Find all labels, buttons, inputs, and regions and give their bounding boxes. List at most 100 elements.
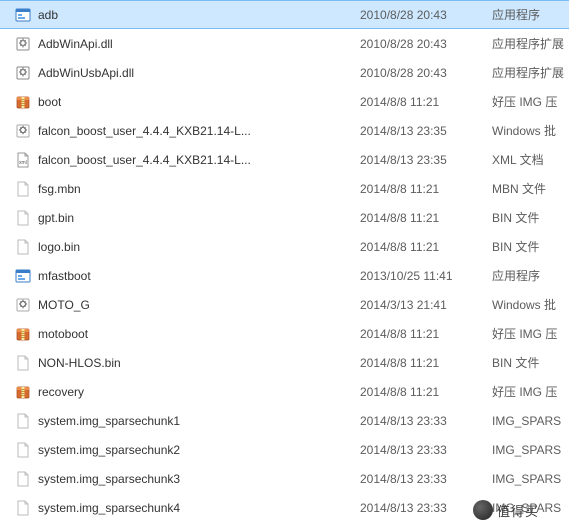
file-name-cell: adb <box>14 6 360 24</box>
dll-icon <box>14 64 32 82</box>
file-name-cell: logo.bin <box>14 238 360 256</box>
file-name: gpt.bin <box>38 211 74 225</box>
file-row[interactable]: boot 2014/8/8 11:21好压 IMG 压 <box>0 87 569 116</box>
watermark-icon <box>473 500 493 520</box>
file-row[interactable]: motoboot 2014/8/8 11:21好压 IMG 压 <box>0 319 569 348</box>
file-name: system.img_sparsechunk1 <box>38 414 180 428</box>
file-name-cell: recovery <box>14 383 360 401</box>
watermark-text: 值得买 <box>497 501 539 520</box>
file-date: 2014/8/8 11:21 <box>360 211 492 225</box>
file-type: IMG_SPARS <box>492 414 569 428</box>
file-icon <box>14 499 32 517</box>
file-name-cell: NON-HLOS.bin <box>14 354 360 372</box>
file-type: 好压 IMG 压 <box>492 383 569 400</box>
archive-icon <box>14 383 32 401</box>
file-name-cell: AdbWinApi.dll <box>14 35 360 53</box>
file-row[interactable]: system.img_sparsechunk2 2014/8/13 23:33IM… <box>0 435 569 464</box>
file-name: AdbWinUsbApi.dll <box>38 66 134 80</box>
file-type: 应用程序扩展 <box>492 35 569 52</box>
file-date: 2014/8/13 23:35 <box>360 124 492 138</box>
file-icon <box>14 412 32 430</box>
file-date: 2014/8/8 11:21 <box>360 327 492 341</box>
file-type: 应用程序 <box>492 267 569 284</box>
batch-icon <box>14 122 32 140</box>
file-name-cell: system.img_sparsechunk3 <box>14 470 360 488</box>
file-row[interactable]: MOTO_G 2014/3/13 21:41Windows 批 <box>0 290 569 319</box>
file-date: 2010/8/28 20:43 <box>360 8 492 22</box>
batch-icon <box>14 296 32 314</box>
file-date: 2014/8/13 23:33 <box>360 443 492 457</box>
file-name: AdbWinApi.dll <box>38 37 113 51</box>
xml-icon: xml <box>14 151 32 169</box>
file-icon <box>14 354 32 372</box>
file-row[interactable]: AdbWinApi.dll2010/8/28 20:43应用程序扩展 <box>0 29 569 58</box>
file-date: 2014/8/8 11:21 <box>360 356 492 370</box>
file-name: boot <box>38 95 61 109</box>
file-type: 好压 IMG 压 <box>492 93 569 110</box>
file-type: 好压 IMG 压 <box>492 325 569 342</box>
file-row[interactable]: NON-HLOS.bin2014/8/8 11:21BIN 文件 <box>0 348 569 377</box>
file-icon <box>14 180 32 198</box>
archive-icon <box>14 93 32 111</box>
file-name: MOTO_G <box>38 298 90 312</box>
file-row[interactable]: adb2010/8/28 20:43应用程序 <box>0 0 569 29</box>
file-date: 2014/8/8 11:21 <box>360 182 492 196</box>
file-date: 2014/8/13 23:35 <box>360 153 492 167</box>
file-name: falcon_boost_user_4.4.4_KXB21.14-L... <box>38 124 251 138</box>
file-row[interactable]: AdbWinUsbApi.dll 2010/8/28 20:43应用程序扩展 <box>0 58 569 87</box>
file-date: 2010/8/28 20:43 <box>360 66 492 80</box>
file-name: system.img_sparsechunk2 <box>38 443 180 457</box>
file-type: BIN 文件 <box>492 238 569 255</box>
file-name: logo.bin <box>38 240 80 254</box>
file-row[interactable]: falcon_boost_user_4.4.4_KXB21.14-L... 201… <box>0 116 569 145</box>
file-row[interactable]: recovery2014/8/8 11:21好压 IMG 压 <box>0 377 569 406</box>
file-name: system.img_sparsechunk4 <box>38 501 180 515</box>
file-row[interactable]: system.img_sparsechunk1 2014/8/13 23:33IM… <box>0 406 569 435</box>
file-type: 应用程序扩展 <box>492 64 569 81</box>
file-type: MBN 文件 <box>492 180 569 197</box>
file-name-cell: MOTO_G <box>14 296 360 314</box>
svg-text:xml: xml <box>19 160 27 166</box>
file-type: BIN 文件 <box>492 209 569 226</box>
file-name-cell: system.img_sparsechunk2 <box>14 441 360 459</box>
file-row[interactable]: system.img_sparsechunk32014/8/13 23:33IM… <box>0 464 569 493</box>
file-icon <box>14 209 32 227</box>
file-name: mfastboot <box>38 269 91 283</box>
file-date: 2014/8/13 23:33 <box>360 414 492 428</box>
file-name: motoboot <box>38 327 88 341</box>
file-type: Windows 批 <box>492 122 569 139</box>
exe-icon <box>14 267 32 285</box>
file-date: 2014/8/8 11:21 <box>360 95 492 109</box>
file-name-cell: fsg.mbn <box>14 180 360 198</box>
file-type: IMG_SPARS <box>492 472 569 486</box>
watermark: 值得买 <box>473 500 539 520</box>
file-date: 2014/8/8 11:21 <box>360 240 492 254</box>
file-name-cell: boot <box>14 93 360 111</box>
file-type: Windows 批 <box>492 296 569 313</box>
file-name: falcon_boost_user_4.4.4_KXB21.14-L... <box>38 153 251 167</box>
file-icon <box>14 238 32 256</box>
file-date: 2014/3/13 21:41 <box>360 298 492 312</box>
file-name-cell: gpt.bin <box>14 209 360 227</box>
file-type: 应用程序 <box>492 6 569 23</box>
file-name-cell: motoboot <box>14 325 360 343</box>
file-row[interactable]: xml falcon_boost_user_4.4.4_KXB21.14-L...… <box>0 145 569 174</box>
file-row[interactable]: mfastboot 2013/10/25 11:41应用程序 <box>0 261 569 290</box>
exe-icon <box>14 6 32 24</box>
file-name-cell: system.img_sparsechunk4 <box>14 499 360 517</box>
file-date: 2014/8/8 11:21 <box>360 385 492 399</box>
file-row[interactable]: logo.bin 2014/8/8 11:21BIN 文件 <box>0 232 569 261</box>
file-date: 2014/8/13 23:33 <box>360 472 492 486</box>
file-name: NON-HLOS.bin <box>38 356 121 370</box>
file-list: adb2010/8/28 20:43应用程序AdbWinApi.dll2010/… <box>0 0 569 522</box>
file-row[interactable]: gpt.bin 2014/8/8 11:21BIN 文件 <box>0 203 569 232</box>
file-date: 2013/10/25 11:41 <box>360 269 492 283</box>
file-icon <box>14 470 32 488</box>
file-name-cell: AdbWinUsbApi.dll <box>14 64 360 82</box>
file-type: XML 文档 <box>492 151 569 168</box>
file-row[interactable]: fsg.mbn2014/8/8 11:21MBN 文件 <box>0 174 569 203</box>
file-name-cell: system.img_sparsechunk1 <box>14 412 360 430</box>
archive-icon <box>14 325 32 343</box>
file-type: IMG_SPARS <box>492 443 569 457</box>
file-name-cell: xml falcon_boost_user_4.4.4_KXB21.14-L... <box>14 151 360 169</box>
